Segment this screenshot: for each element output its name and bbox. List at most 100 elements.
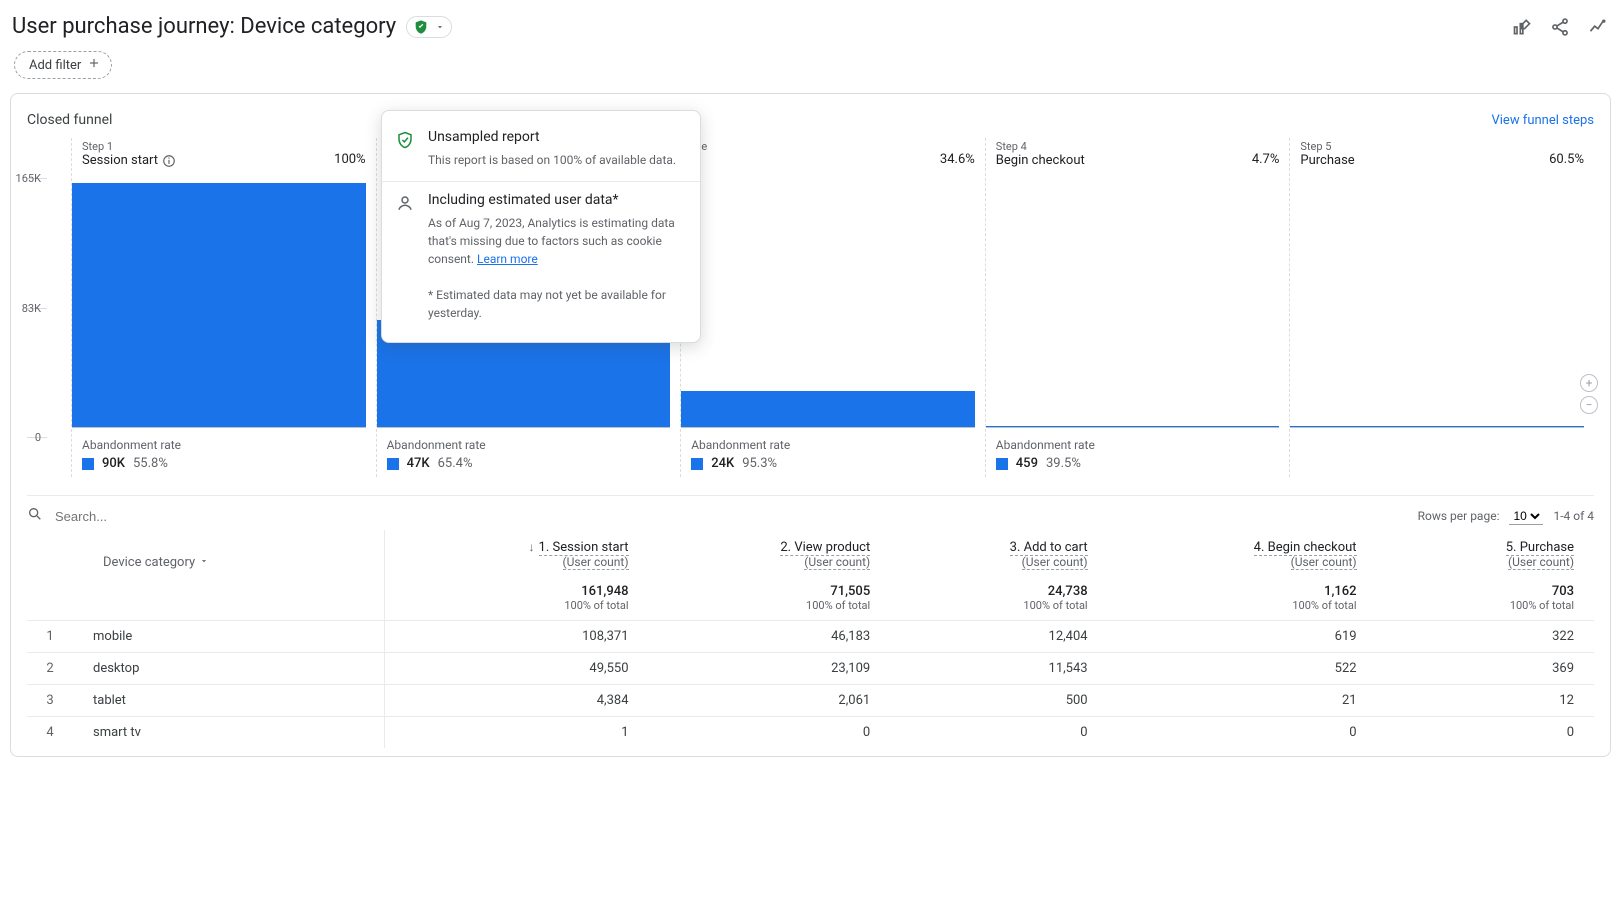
step-name: Purchase [1300,153,1354,168]
legend-swatch [82,458,94,470]
search-icon [27,506,43,526]
report-info-popover: Unsampled report This report is based on… [381,110,701,343]
rows-per-page-label: Rows per page: [1418,509,1500,523]
abandonment-pct: 55.8% [133,456,168,471]
customize-report-icon[interactable] [1511,16,1533,38]
abandonment-value: 47K [407,456,430,471]
step-pct: 60.5% [1549,152,1584,167]
abandonment-value: 24K [711,456,734,471]
data-table: Device category ↓1. Session start(User c… [27,530,1594,748]
cell-value: 11,543 [890,653,1107,685]
funnel-step: Step 4Begin checkout 4.7% Abandonment rat… [985,138,1290,477]
funnel-step: Ste 34.6%Abandonment rate24K95.3% [680,138,985,477]
col-header-2[interactable]: 2. View product(User count) [649,530,891,576]
popover-body-2: As of Aug 7, 2023, Analytics is estimati… [428,214,682,322]
check-shield-icon [396,131,414,153]
popover-title-2: Including estimated user data* [428,192,682,208]
step-number: Step 1 [82,140,176,153]
cell-value: 12,404 [890,621,1107,653]
totals-row: 161,948100% of total71,505100% of total2… [27,576,1594,621]
table-row[interactable]: 1mobile108,37146,18312,404619322 [27,621,1594,653]
abandonment-label: Abandonment rate [996,438,1280,452]
user-estimate-icon [396,194,414,216]
step-number: Step 4 [996,140,1085,153]
row-index: 2 [27,653,87,685]
search-input[interactable] [53,508,273,525]
row-dimension: smart tv [87,717,385,749]
dimension-header[interactable]: Device category [27,530,385,576]
chevron-down-icon [435,22,445,32]
page-title: User purchase journey: Device category [12,14,396,39]
cell-value: 369 [1377,653,1594,685]
cell-value: 0 [649,717,891,749]
cell-value: 322 [1377,621,1594,653]
cell-value: 522 [1108,653,1377,685]
col-header-5[interactable]: 5. Purchase(User count) [1377,530,1594,576]
legend-swatch [691,458,703,470]
row-dimension: mobile [87,621,385,653]
abandonment-value: 90K [102,456,125,471]
learn-more-link[interactable]: Learn more [477,252,538,266]
col-header-4[interactable]: 4. Begin checkout(User count) [1108,530,1377,576]
sort-desc-icon: ↓ [529,540,535,554]
abandonment-value: 459 [1016,456,1038,471]
report-status-chip[interactable] [406,16,452,38]
step-name: Begin checkout [996,153,1085,168]
check-shield-icon [413,19,429,35]
share-icon[interactable] [1549,16,1571,38]
table-row[interactable]: 2desktop49,55023,10911,543522369 [27,653,1594,685]
add-filter-label: Add filter [29,58,81,73]
row-dimension: desktop [87,653,385,685]
cell-value: 4,384 [385,685,649,717]
cell-value: 46,183 [649,621,891,653]
rows-per-page-select[interactable]: 10 [1509,508,1543,525]
col-header-1[interactable]: ↓1. Session start(User count) [385,530,649,576]
cell-value: 21 [1108,685,1377,717]
col-header-3[interactable]: 3. Add to cart(User count) [890,530,1107,576]
cell-value: 0 [1108,717,1377,749]
abandonment-pct: 95.3% [742,456,777,471]
abandonment-pct: 65.4% [438,456,473,471]
funnel-step: Step 5Purchase 60.5% [1289,138,1594,477]
step-pct: 4.7% [1252,152,1280,167]
cell-value: 108,371 [385,621,649,653]
cell-value: 500 [890,685,1107,717]
legend-swatch [996,458,1008,470]
step-pct: 34.6% [940,152,975,167]
zoom-in-icon[interactable]: + [1580,374,1598,392]
popover-title-1: Unsampled report [428,129,682,145]
cell-value: 2,061 [649,685,891,717]
zoom-out-icon[interactable]: − [1580,396,1598,414]
legend-swatch [387,458,399,470]
y-axis: 165K 83K 0 [27,178,69,437]
funnel-bar [681,391,975,428]
view-funnel-steps-link[interactable]: View funnel steps [1491,113,1594,128]
step-pct: 100% [334,152,365,167]
row-index: 3 [27,685,87,717]
table-row[interactable]: 3tablet4,3842,0615002112 [27,685,1594,717]
funnel-card: Closed funnel View funnel steps 165K 83K… [10,93,1611,757]
abandonment-label: Abandonment rate [82,438,366,452]
info-icon [162,154,176,168]
chevron-down-icon [199,555,209,570]
cell-value: 1 [385,717,649,749]
step-name: Session start [82,153,176,168]
row-index: 1 [27,621,87,653]
add-filter-button[interactable]: Add filter [14,51,112,79]
cell-value: 12 [1377,685,1594,717]
table-row[interactable]: 4smart tv10000 [27,717,1594,749]
cell-value: 49,550 [385,653,649,685]
funnel-bar [72,183,366,428]
card-title: Closed funnel [27,112,112,128]
cell-value: 0 [1377,717,1594,749]
popover-body-1: This report is based on 100% of availabl… [428,151,682,169]
cell-value: 0 [890,717,1107,749]
abandonment-label: Abandonment rate [691,438,975,452]
plus-icon [87,56,101,74]
abandonment-pct: 39.5% [1046,456,1081,471]
pagination-range: 1-4 of 4 [1553,509,1594,523]
step-number: Step 5 [1300,140,1354,153]
cell-value: 619 [1108,621,1377,653]
insights-icon[interactable] [1587,16,1609,38]
row-dimension: tablet [87,685,385,717]
